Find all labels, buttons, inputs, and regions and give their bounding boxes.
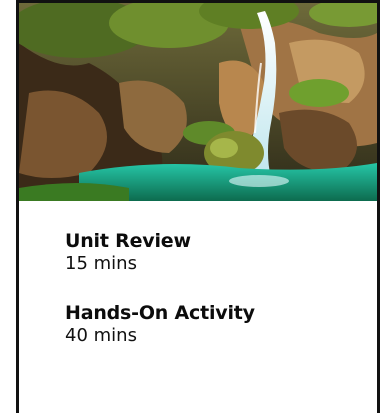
- activity-item-hands-on-activity[interactable]: Hands-On Activity 40 mins: [65, 301, 365, 347]
- activity-duration: 15 mins: [65, 253, 137, 274]
- waterfall-image-icon: [19, 3, 377, 201]
- activity-duration: 40 mins: [65, 325, 137, 346]
- activity-card: Unit Review 15 mins Hands-On Activity 40…: [16, 0, 380, 413]
- waterfall-photo: [19, 3, 377, 201]
- activity-title: Hands-On Activity: [65, 302, 255, 324]
- activity-list: Unit Review 15 mins Hands-On Activity 40…: [65, 229, 365, 373]
- activity-item-unit-review[interactable]: Unit Review 15 mins: [65, 229, 365, 275]
- activity-title: Unit Review: [65, 230, 191, 252]
